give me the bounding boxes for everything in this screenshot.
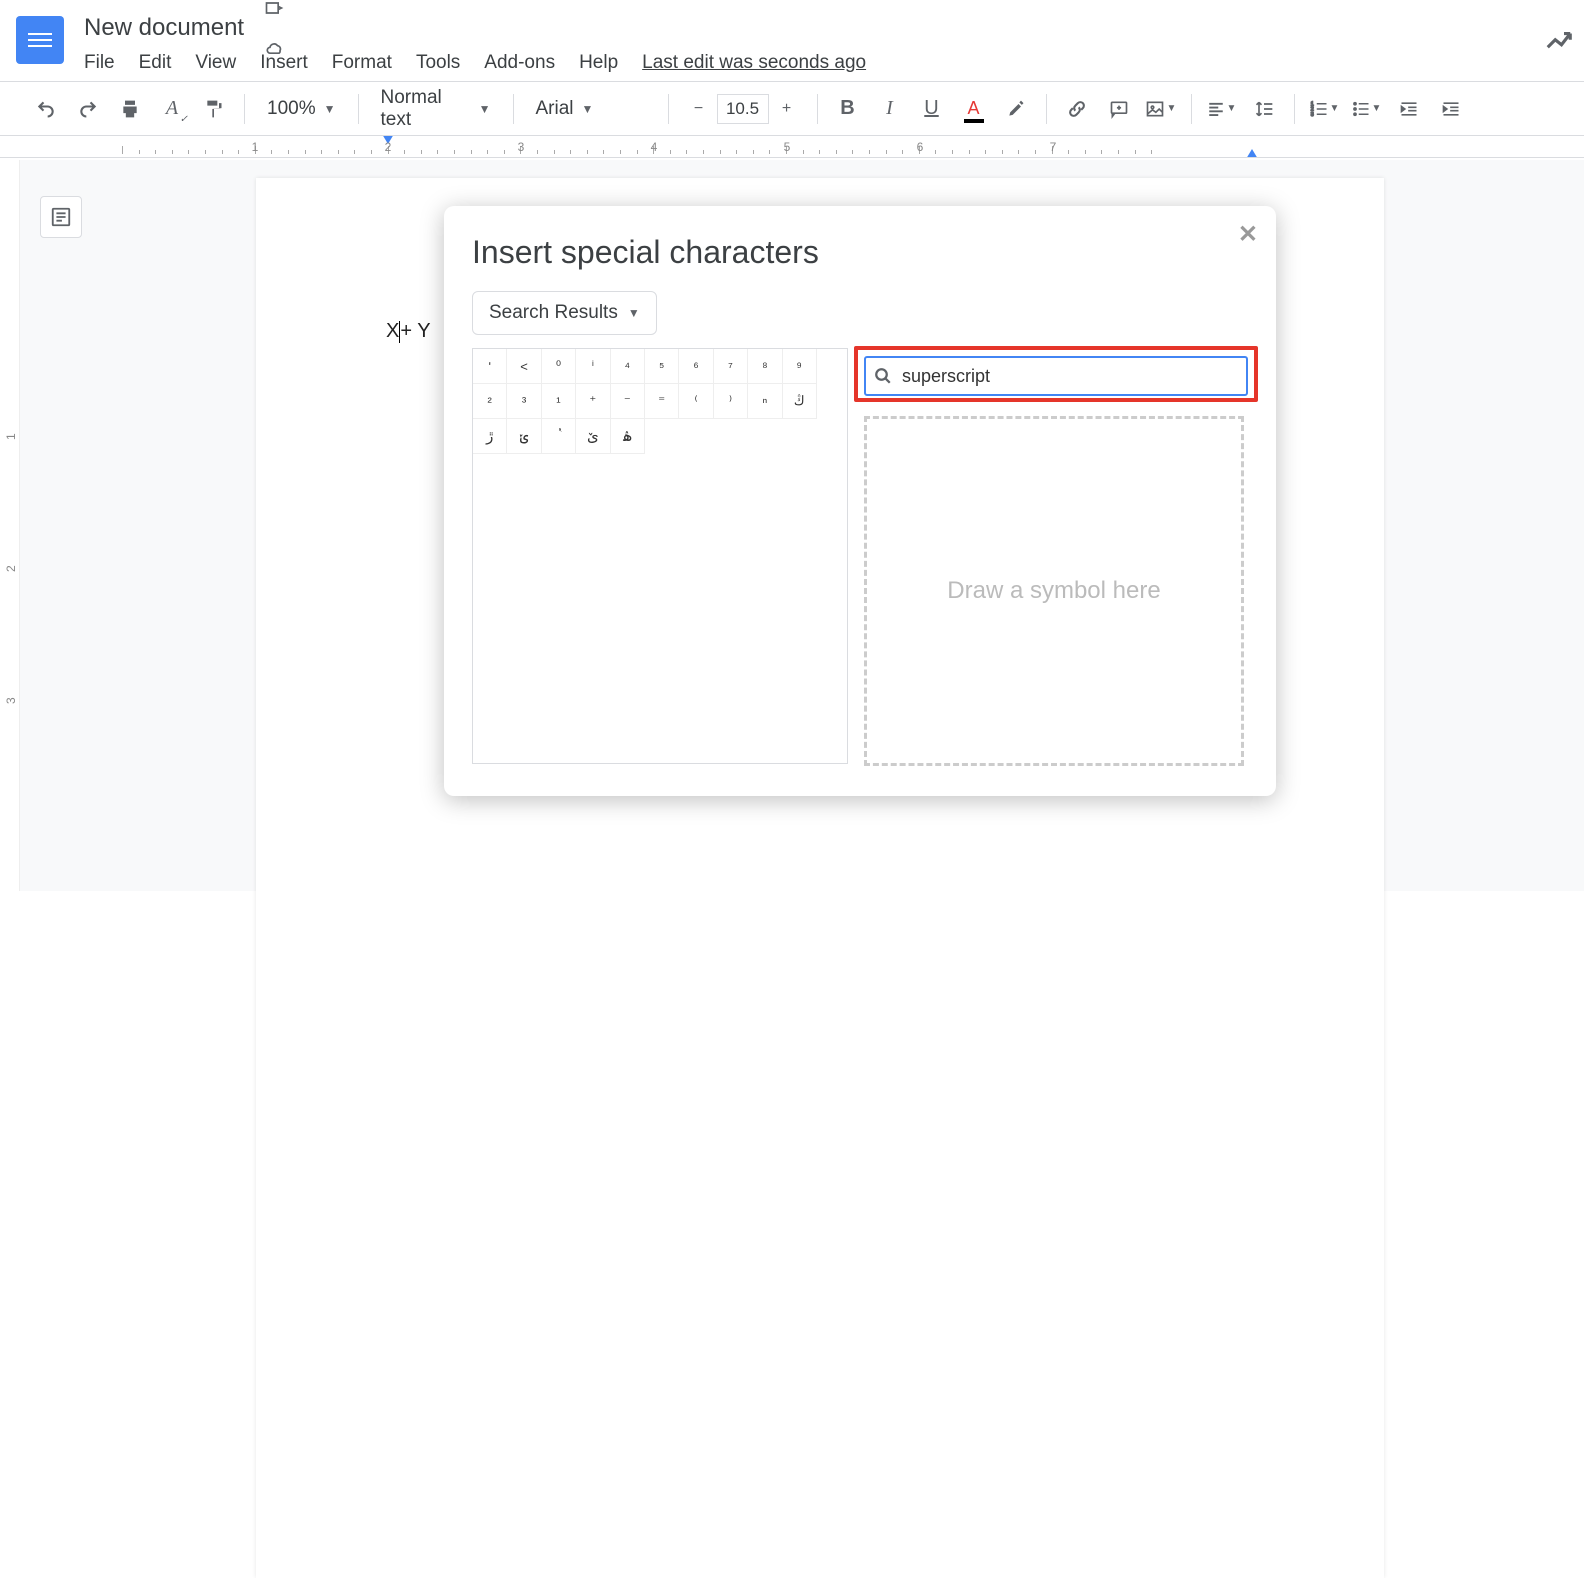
paint-format-button[interactable] (196, 91, 232, 127)
character-results-grid: ʹ˂⁰ⁱ⁴⁵⁶⁷⁸⁹ ²³¹⁺⁻⁼⁽⁾ⁿڭ ڙݵٝێۿ (472, 348, 848, 764)
right-indent-marker[interactable] (1246, 149, 1258, 158)
ruler-number: 6 (917, 140, 924, 154)
menu-addons[interactable]: Add-ons (484, 52, 555, 74)
character-cell[interactable]: ⁻ (611, 384, 645, 419)
ruler-number: 2 (385, 140, 392, 154)
character-cell[interactable]: ⁸ (748, 349, 782, 384)
header: New document ☆ File Edit View Insert For… (0, 0, 1584, 82)
menu-edit[interactable]: Edit (139, 52, 172, 74)
draw-placeholder-text: Draw a symbol here (947, 577, 1160, 605)
character-cell[interactable]: ⁾ (714, 384, 748, 419)
close-button[interactable]: ✕ (1238, 220, 1258, 249)
vertical-ruler[interactable]: 1 2 3 (0, 160, 20, 891)
character-cell[interactable]: ⁽ (679, 384, 713, 419)
increase-indent-button[interactable] (1433, 91, 1469, 127)
ruler-number: 4 (651, 140, 658, 154)
character-cell[interactable]: ⁰ (542, 349, 576, 384)
character-cell[interactable]: ⁿ (748, 384, 782, 419)
special-characters-dialog: ✕ Insert special characters Search Resul… (444, 206, 1276, 796)
chevron-down-icon: ▼ (582, 102, 594, 116)
menu-insert[interactable]: Insert (260, 52, 308, 74)
highlight-button[interactable] (998, 91, 1034, 127)
character-cell[interactable]: ٝ (542, 419, 576, 454)
ruler-number: 3 (518, 140, 525, 154)
numbered-list-button[interactable]: 123▼ (1307, 91, 1343, 127)
search-icon (874, 367, 892, 385)
document-content[interactable]: X+ Y (386, 320, 431, 343)
print-button[interactable] (112, 91, 148, 127)
ruler-number: 5 (784, 140, 791, 154)
font-size-input[interactable] (717, 94, 769, 124)
search-highlight-box (854, 346, 1258, 402)
vruler-number: 1 (4, 433, 18, 440)
ruler-number: 1 (252, 140, 259, 154)
decrease-indent-button[interactable] (1391, 91, 1427, 127)
ruler-number: 7 (1050, 140, 1057, 154)
character-cell[interactable]: ڭ (783, 384, 817, 419)
line-spacing-button[interactable] (1246, 91, 1282, 127)
align-button[interactable]: ▼ (1204, 91, 1240, 127)
zoom-select[interactable]: 100%▼ (257, 98, 346, 120)
italic-button[interactable]: I (872, 91, 908, 127)
character-cell[interactable]: ێ (576, 419, 610, 454)
docs-logo[interactable] (16, 16, 64, 64)
font-select[interactable]: Arial▼ (526, 98, 656, 120)
menu-tools[interactable]: Tools (416, 52, 460, 74)
paragraph-style-select[interactable]: Normal text▼ (371, 87, 501, 131)
draw-symbol-area[interactable]: Draw a symbol here (864, 416, 1244, 766)
horizontal-ruler[interactable]: 1 2 3 4 5 6 7 (0, 136, 1584, 158)
character-cell[interactable]: ⁴ (611, 349, 645, 384)
vruler-number: 3 (4, 697, 18, 704)
character-cell[interactable]: ³ (507, 384, 541, 419)
toolbar: A✓ 100%▼ Normal text▼ Arial▼ − + B I U A… (0, 82, 1584, 136)
menu-format[interactable]: Format (332, 52, 392, 74)
document-title[interactable]: New document (84, 14, 244, 42)
character-cell[interactable]: ڙ (473, 419, 507, 454)
character-cell[interactable]: ⁱ (576, 349, 610, 384)
bold-button[interactable]: B (830, 91, 866, 127)
character-cell[interactable]: ⁷ (714, 349, 748, 384)
search-input[interactable] (902, 366, 1238, 387)
character-cell[interactable]: ݵ (507, 419, 541, 454)
chevron-down-icon: ▼ (628, 306, 640, 320)
last-edit-link[interactable]: Last edit was seconds ago (642, 52, 866, 74)
character-cell[interactable]: ʹ (473, 349, 507, 384)
outline-toggle-button[interactable] (40, 196, 82, 238)
category-dropdown[interactable]: Search Results▼ (472, 291, 657, 335)
character-cell[interactable]: ⁼ (645, 384, 679, 419)
increase-font-size-button[interactable]: + (769, 91, 805, 127)
character-cell[interactable]: ⁺ (576, 384, 610, 419)
vruler-number: 2 (4, 565, 18, 572)
decrease-font-size-button[interactable]: − (681, 91, 717, 127)
character-cell[interactable]: ⁵ (645, 349, 679, 384)
character-cell[interactable]: ⁶ (679, 349, 713, 384)
insert-image-button[interactable]: ▼ (1143, 91, 1179, 127)
character-cell[interactable]: ˂ (507, 349, 541, 384)
bulleted-list-button[interactable]: ▼ (1349, 91, 1385, 127)
menu-bar: File Edit View Insert Format Tools Add-o… (84, 52, 1568, 74)
character-cell[interactable]: ⁹ (783, 349, 817, 384)
insert-link-button[interactable] (1059, 91, 1095, 127)
character-cell[interactable]: ۿ (611, 419, 645, 454)
menu-view[interactable]: View (195, 52, 236, 74)
chevron-down-icon: ▼ (479, 102, 491, 116)
svg-text:3: 3 (1310, 111, 1313, 117)
move-icon[interactable] (264, 0, 294, 18)
text-color-button[interactable]: A (956, 91, 992, 127)
redo-button[interactable] (70, 91, 106, 127)
spellcheck-button[interactable]: A✓ (154, 91, 190, 127)
character-cell[interactable]: ¹ (542, 384, 576, 419)
explore-icon[interactable] (1544, 26, 1574, 56)
character-cell[interactable]: ² (473, 384, 507, 419)
underline-button[interactable]: U (914, 91, 950, 127)
dialog-title: Insert special characters (444, 206, 1276, 271)
undo-button[interactable] (28, 91, 64, 127)
chevron-down-icon: ▼ (324, 102, 336, 116)
menu-help[interactable]: Help (579, 52, 618, 74)
add-comment-button[interactable] (1101, 91, 1137, 127)
menu-file[interactable]: File (84, 52, 115, 74)
